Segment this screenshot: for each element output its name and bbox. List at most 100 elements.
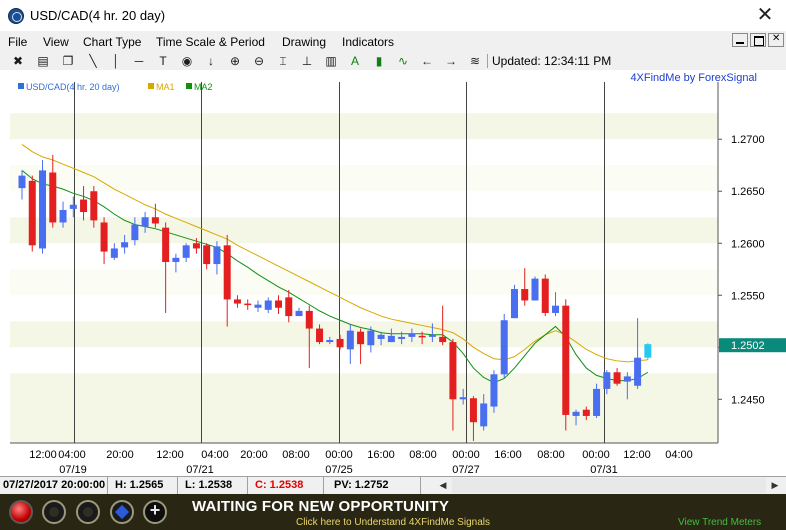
left-arrow-icon[interactable]: ←: [419, 53, 435, 69]
trend-line-icon[interactable]: ╲: [85, 53, 101, 69]
plot-band: [10, 165, 718, 192]
candle-body: [285, 297, 293, 317]
red-signal-light-icon[interactable]: [9, 500, 33, 524]
fit-icon[interactable]: ⌶: [275, 53, 291, 69]
wave-icon[interactable]: ∿: [395, 53, 411, 69]
down-arrow-icon[interactable]: ↓: [203, 53, 219, 69]
chart-panel[interactable]: 1.27001.26501.26001.25501.25001.245012:0…: [0, 70, 786, 476]
copy-icon[interactable]: ❐: [60, 53, 76, 69]
x-date-label: 07/31: [590, 464, 618, 474]
menu-chart-type[interactable]: Chart Type: [83, 35, 141, 49]
candle-body: [141, 217, 149, 227]
vertical-line-icon[interactable]: │: [108, 53, 124, 69]
candle-body: [110, 248, 118, 258]
candle-body: [203, 245, 211, 265]
minimize-chart-button[interactable]: [732, 33, 748, 47]
menu-drawing[interactable]: Drawing: [282, 35, 326, 49]
x-tick-label: 04:00: [665, 449, 693, 461]
price-chart[interactable]: 1.27001.26501.26001.25501.25001.245012:0…: [0, 70, 786, 476]
candle-body: [428, 334, 436, 337]
signal-status: WAITING FOR NEW OPPORTUNITY: [192, 498, 450, 515]
scroll-right-icon[interactable]: ▶: [768, 478, 782, 493]
x-tick-label: 08:00: [537, 449, 565, 461]
right-arrow-icon[interactable]: →: [443, 53, 459, 69]
status-datetime: 07/27/2017 20:00:00: [3, 479, 106, 491]
x-tick-label: 08:00: [282, 449, 310, 461]
candle-body: [541, 278, 549, 313]
status-divider: [247, 477, 248, 495]
status-bar: 07/27/2017 20:00:00 H: 1.2565 L: 1.2538 …: [0, 476, 786, 495]
candle-body: [613, 372, 621, 384]
close-window-button[interactable]: ✕: [754, 4, 776, 26]
x-tick-label: 16:00: [367, 449, 395, 461]
scroll-left-icon[interactable]: ◀: [436, 478, 450, 493]
zoom-in-icon[interactable]: ⊕: [227, 53, 243, 69]
candle-body: [510, 289, 518, 319]
view-trend-meters-link[interactable]: View Trend Meters: [678, 517, 761, 528]
candle-body: [490, 374, 498, 407]
y-tick-label: 1.2450: [731, 394, 765, 406]
menu-view[interactable]: View: [43, 35, 69, 49]
title-bar: USD/CAD(4 hr. 20 day) ✕: [0, 0, 786, 32]
horizontal-line-icon[interactable]: ─: [131, 53, 147, 69]
candle-body: [254, 304, 262, 308]
candle-body: [223, 245, 231, 300]
legend-swatch: [18, 83, 24, 89]
volume-bars-icon[interactable]: ▮: [371, 53, 387, 69]
legend-label: MA1: [156, 82, 175, 92]
bar-chart-icon[interactable]: ▥: [323, 53, 339, 69]
horizontal-scrollbar[interactable]: [452, 478, 766, 493]
candle-body: [593, 388, 601, 416]
candle-body: [480, 403, 488, 427]
x-tick-label: 12:00: [29, 449, 57, 461]
print-icon[interactable]: ▤: [35, 53, 51, 69]
x-date-label: 07/21: [186, 464, 214, 474]
candle-body: [18, 175, 26, 189]
plot-band: [10, 373, 718, 443]
x-tick-label: 20:00: [240, 449, 268, 461]
candle-body: [377, 334, 385, 339]
x-tick-label: 00:00: [325, 449, 353, 461]
x-date-label: 07/27: [452, 464, 480, 474]
y-tick-label: 1.2600: [731, 238, 765, 250]
menu-indicators[interactable]: Indicators: [342, 35, 394, 49]
legend-swatch: [186, 83, 192, 89]
diamond-icon[interactable]: [110, 500, 134, 524]
candle-body: [562, 305, 570, 415]
add-icon[interactable]: [143, 500, 167, 524]
window-title: USD/CAD(4 hr. 20 day): [30, 8, 166, 23]
candle-body: [100, 222, 108, 252]
status-divider: [420, 477, 421, 495]
candle-body: [634, 357, 642, 386]
candle-body: [121, 242, 129, 248]
restore-chart-button[interactable]: [750, 33, 766, 47]
list-icon[interactable]: ≋: [467, 53, 483, 69]
signal-light-icon[interactable]: [42, 500, 66, 524]
candle-body: [305, 310, 313, 329]
status-high: H: 1.2565: [115, 479, 164, 491]
zoom-out-icon[interactable]: ⊖: [251, 53, 267, 69]
signal-light-icon[interactable]: [76, 500, 100, 524]
x-date-label: 07/19: [59, 464, 87, 474]
candle-body: [357, 331, 365, 345]
app-logo-icon: [8, 8, 24, 24]
cross-chart-icon[interactable]: ✖: [10, 53, 26, 69]
candle-body: [469, 398, 477, 423]
candle-body: [398, 336, 406, 339]
target-icon[interactable]: ◉: [179, 53, 195, 69]
understand-signals-link[interactable]: Click here to Understand 4XFindMe Signal…: [296, 517, 490, 528]
x-tick-label: 12:00: [156, 449, 184, 461]
candle-body: [28, 180, 36, 246]
candle-body: [244, 303, 252, 306]
label-a-icon[interactable]: A: [347, 53, 363, 69]
y-tick-label: 1.2700: [731, 134, 765, 146]
menu-file[interactable]: File: [8, 35, 27, 49]
candle-body: [336, 338, 344, 348]
candle-body: [603, 372, 611, 389]
close-chart-button[interactable]: [768, 33, 784, 47]
menu-bar: File View Chart Type Time Scale & Period…: [0, 32, 786, 52]
baseline-icon[interactable]: ⊥: [299, 53, 315, 69]
menu-time-scale[interactable]: Time Scale & Period: [156, 35, 265, 49]
x-date-label: 07/25: [325, 464, 353, 474]
text-tool-icon[interactable]: T: [155, 53, 171, 69]
